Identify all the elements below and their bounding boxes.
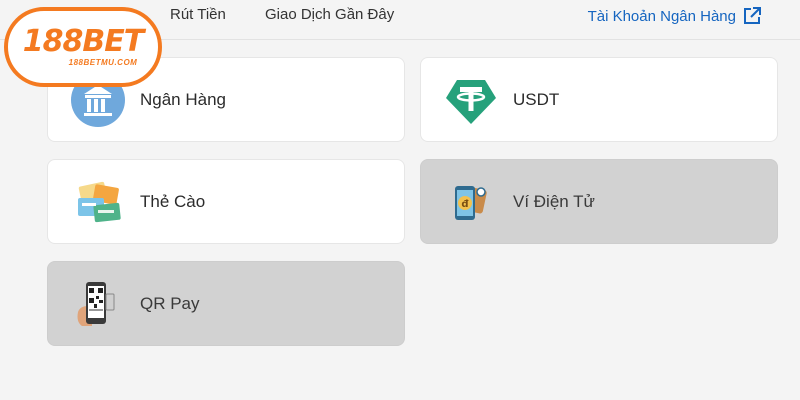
logo-subtext: 188BETMU.COM: [68, 58, 138, 67]
e-wallet-icon: đ: [443, 174, 499, 230]
method-card-scratch-card[interactable]: Thẻ Cào: [47, 159, 405, 244]
qr-pay-icon: [70, 276, 126, 332]
tether-icon: [443, 72, 499, 128]
method-label: USDT: [513, 89, 560, 109]
tab-recent-transactions[interactable]: Giao Dịch Gần Đây: [265, 6, 394, 23]
method-card-e-wallet[interactable]: đ Ví Điện Tử: [420, 159, 778, 244]
method-label: QR Pay: [140, 293, 200, 313]
method-label: Ngân Hàng: [140, 89, 227, 109]
method-card-qr-pay[interactable]: QR Pay: [47, 261, 405, 346]
tab-withdraw[interactable]: Rút Tiền: [170, 6, 226, 23]
external-link-icon: [744, 7, 761, 24]
method-label: Ví Điện Tử: [513, 191, 595, 211]
bank-account-link[interactable]: Tài Khoản Ngân Hàng: [588, 6, 762, 26]
brand-logo: 188BET 188BETMU.COM: [4, 7, 162, 87]
svg-text:đ: đ: [461, 199, 469, 210]
method-card-usdt[interactable]: USDT: [420, 57, 778, 142]
method-label: Thẻ Cào: [140, 191, 206, 211]
logo-text: 188BET: [22, 24, 144, 59]
scratch-card-icon: [70, 174, 126, 230]
bank-account-link-label: Tài Khoản Ngân Hàng: [587, 7, 736, 25]
